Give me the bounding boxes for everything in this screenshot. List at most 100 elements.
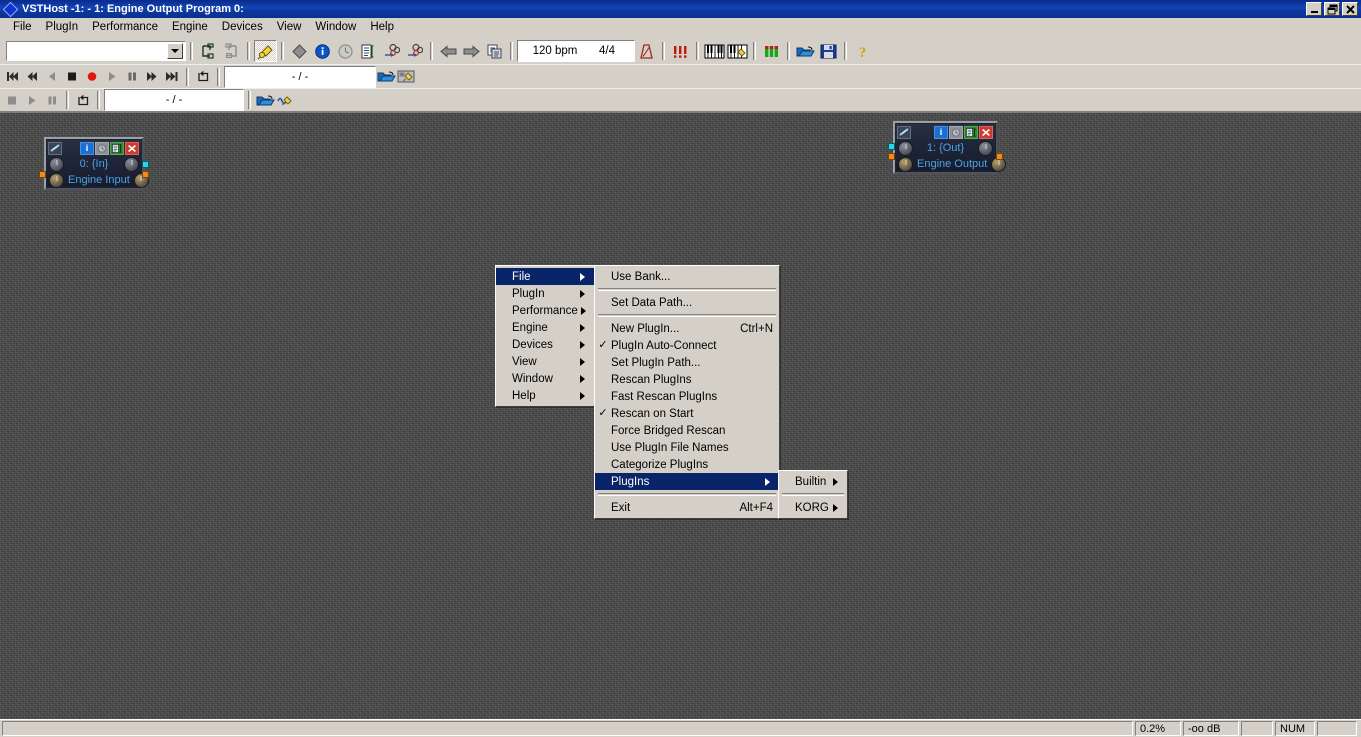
menu-plugin-auto-connect[interactable]: ✓ PlugIn Auto-Connect — [595, 337, 779, 354]
next-button[interactable] — [460, 40, 483, 62]
midi-open-button[interactable] — [376, 67, 396, 87]
context-item-plugin[interactable]: PlugIn — [496, 285, 594, 302]
piano-setup-button[interactable] — [726, 40, 749, 62]
output-knob[interactable] — [978, 141, 993, 156]
menu-devices[interactable]: Devices — [215, 19, 270, 36]
midi-setup-button[interactable] — [396, 67, 416, 87]
menu-performance[interactable]: Performance — [85, 19, 165, 36]
file-submenu[interactable]: Use Bank... Set Data Path... New PlugIn.… — [594, 265, 780, 519]
prev-button[interactable] — [437, 40, 460, 62]
editor-icon[interactable] — [897, 126, 911, 139]
wave-play-button[interactable] — [22, 90, 42, 110]
engine-canvas[interactable]: i 0: {In} — [0, 112, 1361, 719]
menu-set-plugin-path[interactable]: Set PlugIn Path... — [595, 354, 779, 371]
tempo-display[interactable]: 120 bpm 4/4 — [517, 40, 635, 62]
context-item-help[interactable]: Help — [496, 387, 594, 404]
menu-use-bank[interactable]: Use Bank... — [595, 268, 779, 285]
list-icon[interactable] — [964, 126, 978, 139]
wave-open-button[interactable] — [255, 90, 275, 110]
input-gain-knob[interactable] — [49, 173, 64, 188]
list-button[interactable] — [357, 40, 380, 62]
chain-out-button[interactable] — [403, 40, 426, 62]
context-item-file[interactable]: File — [496, 268, 594, 285]
info-icon[interactable]: i — [80, 142, 94, 155]
piano-keyboard-button[interactable] — [703, 40, 726, 62]
menu-plugins-builtin[interactable]: Builtin — [779, 473, 847, 490]
skip-forward-button[interactable] — [162, 67, 182, 87]
pause-button[interactable] — [122, 67, 142, 87]
menu-plugins[interactable]: PlugIns — [595, 473, 779, 490]
context-item-window[interactable]: Window — [496, 370, 594, 387]
wave-stop-button[interactable] — [2, 90, 22, 110]
plugin-engine-input[interactable]: i 0: {In} — [44, 137, 144, 190]
help-button[interactable]: ? — [851, 40, 874, 62]
metronome-button[interactable] — [635, 40, 658, 62]
context-item-performance[interactable]: Performance — [496, 302, 594, 319]
minimize-button[interactable] — [1306, 2, 1322, 16]
connector-audio-in[interactable] — [888, 153, 895, 160]
menu-plugin[interactable]: PlugIn — [39, 19, 86, 36]
level-meter-button[interactable] — [760, 40, 783, 62]
clock-button[interactable] — [334, 40, 357, 62]
rewind-button[interactable] — [22, 67, 42, 87]
menu-help[interactable]: Help — [363, 19, 401, 36]
engine-wizard-button[interactable] — [254, 40, 277, 62]
stop-button[interactable] — [62, 67, 82, 87]
properties-button[interactable] — [288, 40, 311, 62]
connector-audio-out[interactable] — [996, 153, 1003, 160]
loop-button[interactable] — [193, 67, 213, 87]
menu-set-data-path[interactable]: Set Data Path... — [595, 294, 779, 311]
record-button[interactable] — [82, 67, 102, 87]
menu-force-bridged-rescan[interactable]: Force Bridged Rescan — [595, 422, 779, 439]
input-gain-knob[interactable] — [898, 157, 913, 172]
clock-icon[interactable] — [949, 126, 963, 139]
clock-icon[interactable] — [95, 142, 109, 155]
menu-use-plugin-file-names[interactable]: Use PlugIn File Names — [595, 439, 779, 456]
play-button[interactable] — [102, 67, 122, 87]
wave-loop-button[interactable] — [73, 90, 93, 110]
play-back-button[interactable] — [42, 67, 62, 87]
set-input-button[interactable] — [197, 40, 220, 62]
connector-audio-in[interactable] — [39, 171, 46, 178]
panic-button[interactable] — [669, 40, 692, 62]
menu-exit[interactable]: Exit Alt+F4 — [595, 499, 779, 516]
menu-file[interactable]: File — [6, 19, 39, 36]
set-output-button[interactable] — [220, 40, 243, 62]
wave-pause-button[interactable] — [42, 90, 62, 110]
context-item-devices[interactable]: Devices — [496, 336, 594, 353]
wave-position-display[interactable]: - / - — [104, 89, 244, 111]
chevron-down-icon[interactable] — [167, 43, 183, 59]
plugin-engine-output[interactable]: i 1: {Out} — [893, 121, 998, 174]
wave-setup-button[interactable] — [275, 90, 295, 110]
menu-rescan-plugins[interactable]: Rescan PlugIns — [595, 371, 779, 388]
connector-midi-in[interactable] — [888, 143, 895, 150]
context-item-view[interactable]: View — [496, 353, 594, 370]
restore-button[interactable] — [1324, 2, 1340, 16]
context-item-engine[interactable]: Engine — [496, 319, 594, 336]
input-knob[interactable] — [49, 157, 64, 172]
info-icon-button[interactable] — [311, 40, 334, 62]
save-button[interactable] — [817, 40, 840, 62]
context-menu-root[interactable]: File PlugIn Performance Engine Devices — [495, 265, 595, 407]
copy-button[interactable] — [483, 40, 506, 62]
chain-in-button[interactable] — [380, 40, 403, 62]
plugins-submenu[interactable]: Builtin KORG — [778, 470, 848, 519]
menu-window[interactable]: Window — [308, 19, 363, 36]
output-knob[interactable] — [124, 157, 139, 172]
menu-plugins-korg[interactable]: KORG — [779, 499, 847, 516]
menu-categorize-plugins[interactable]: Categorize PlugIns — [595, 456, 779, 473]
connector-audio-out[interactable] — [142, 171, 149, 178]
menu-new-plugin[interactable]: New PlugIn... Ctrl+N — [595, 320, 779, 337]
menu-view[interactable]: View — [270, 19, 309, 36]
open-button[interactable] — [794, 40, 817, 62]
skip-back-button[interactable] — [2, 67, 22, 87]
menu-fast-rescan-plugins[interactable]: Fast Rescan PlugIns — [595, 388, 779, 405]
menu-engine[interactable]: Engine — [165, 19, 215, 36]
close-icon[interactable] — [125, 142, 139, 155]
close-button[interactable] — [1342, 2, 1358, 16]
close-icon[interactable] — [979, 126, 993, 139]
fast-forward-button[interactable] — [142, 67, 162, 87]
input-knob[interactable] — [898, 141, 913, 156]
info-icon[interactable]: i — [934, 126, 948, 139]
midi-position-display[interactable]: - / - — [224, 66, 376, 88]
